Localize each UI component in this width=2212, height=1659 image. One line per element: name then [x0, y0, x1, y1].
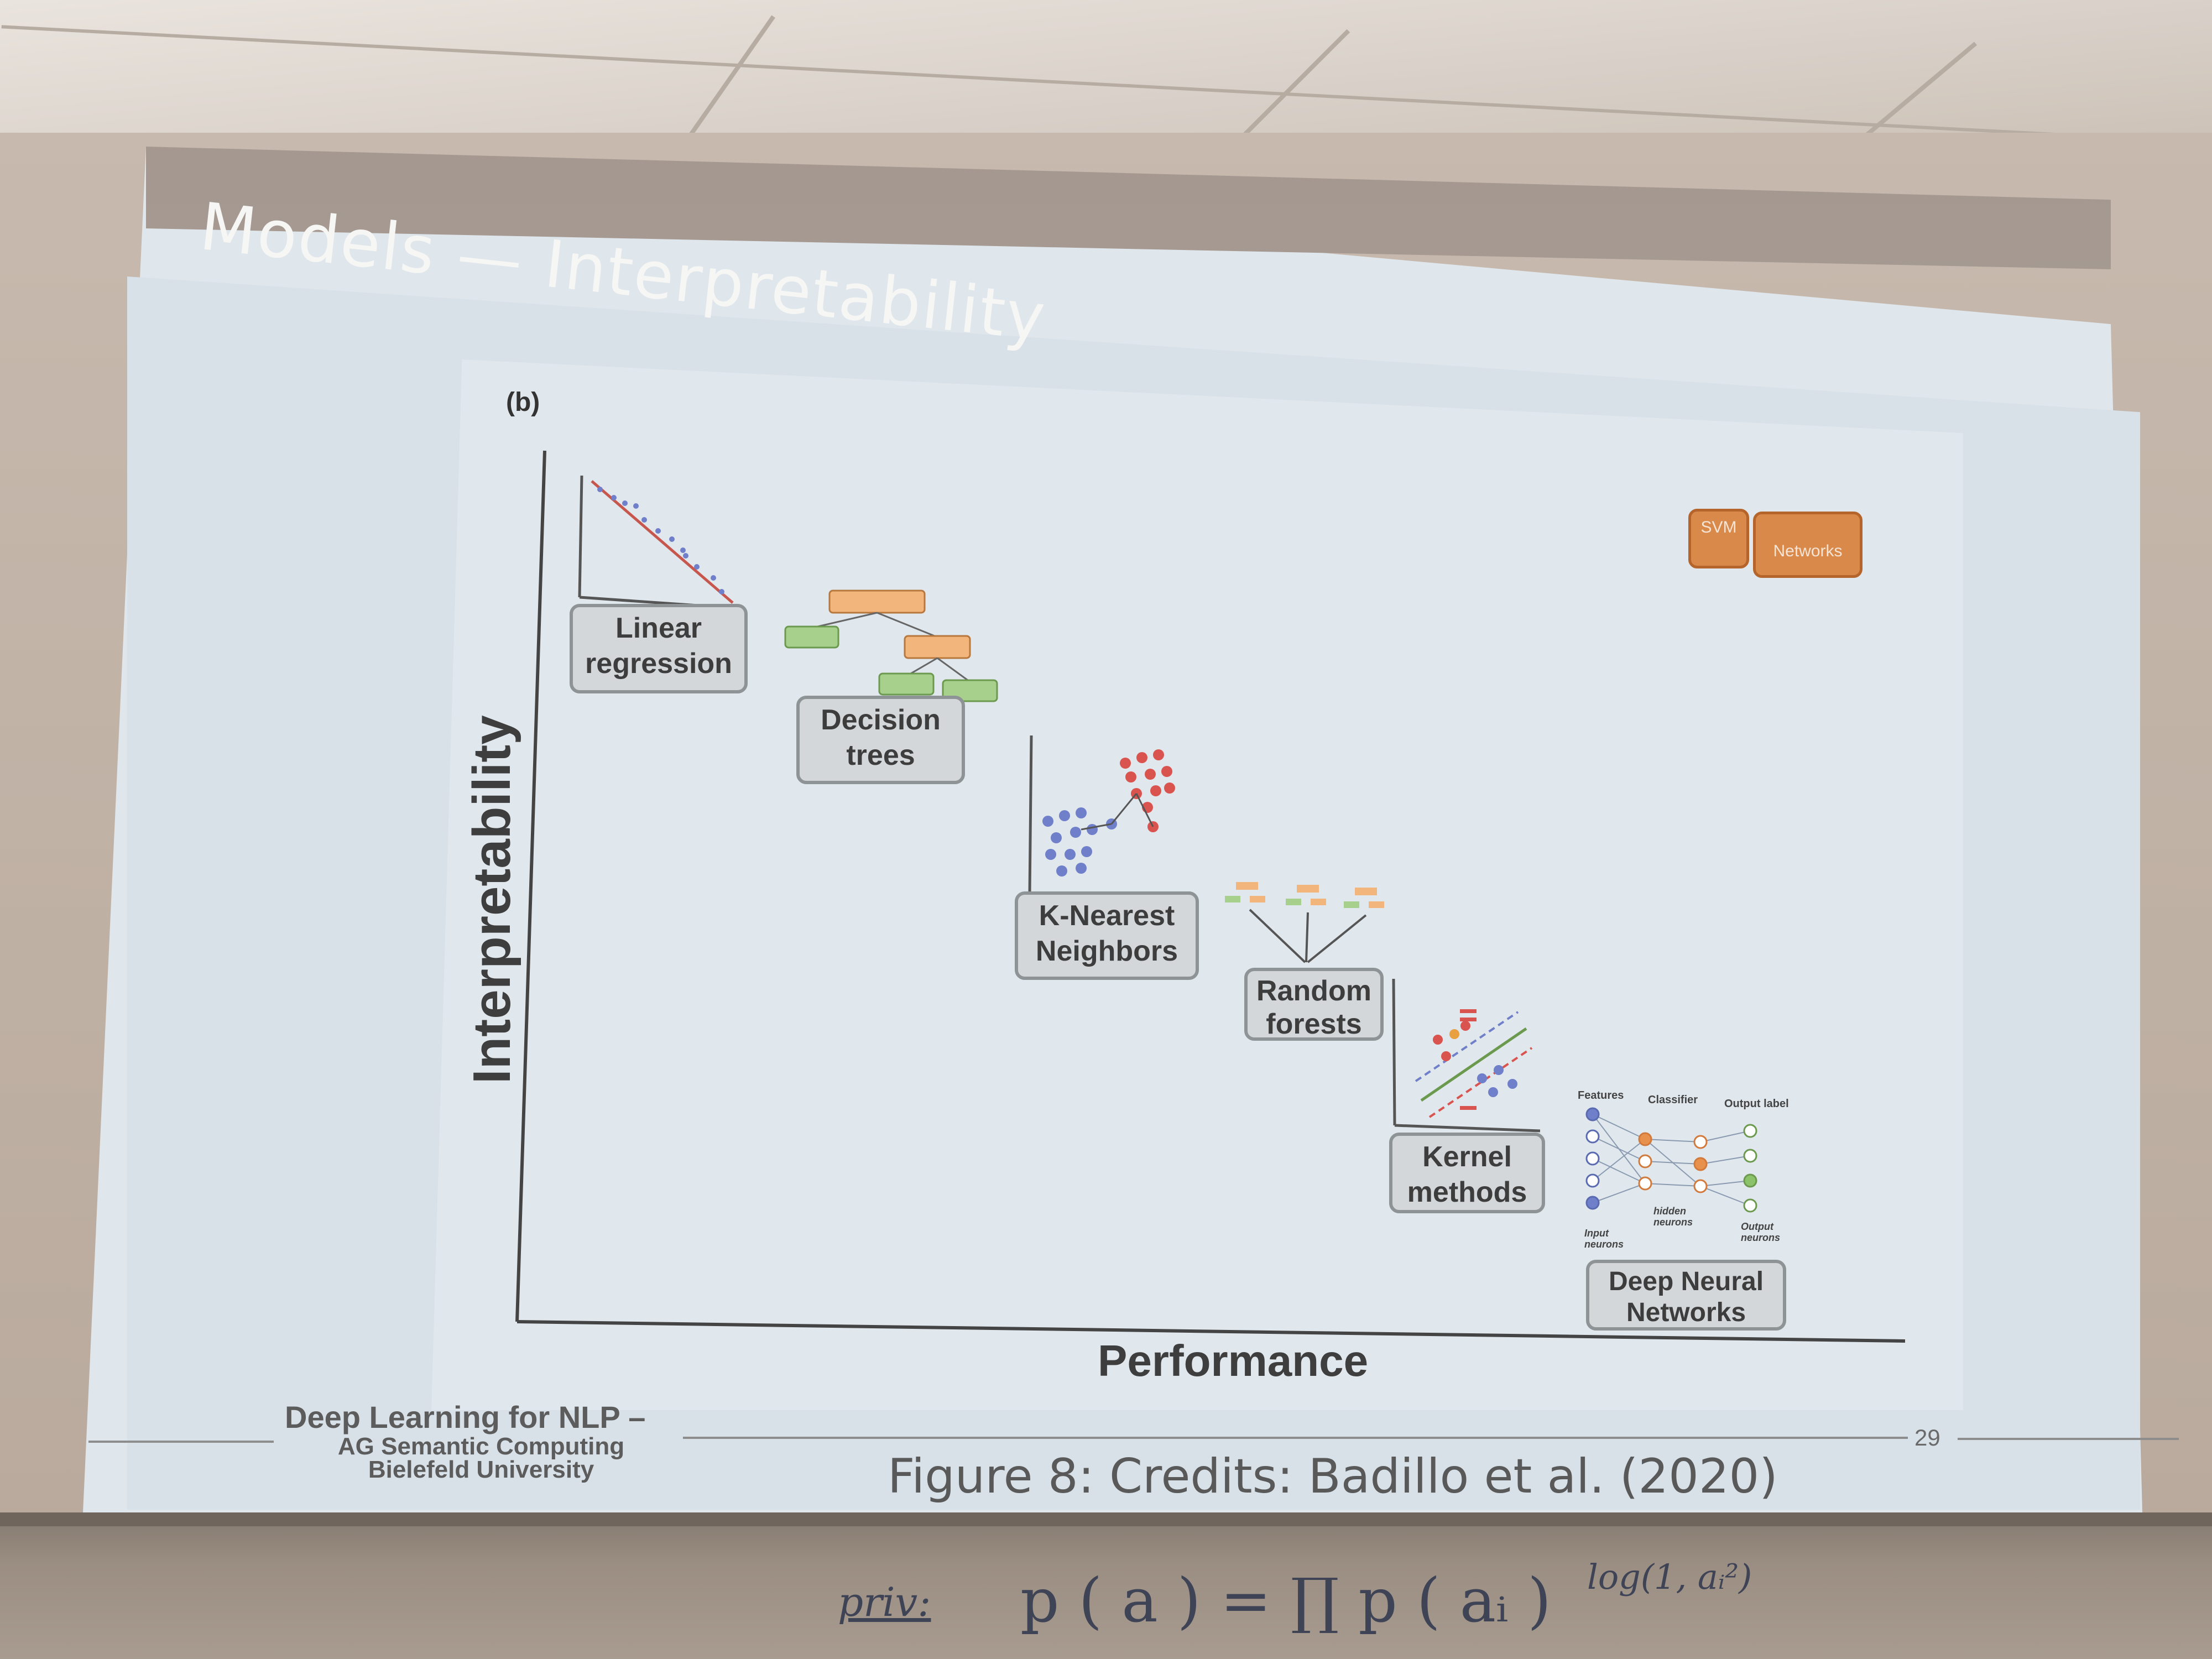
footer-rule-right	[1958, 1438, 2179, 1440]
knn-label: K-Nearest Neighbors	[1015, 891, 1199, 980]
dnn-features-label: Features	[1578, 1089, 1624, 1102]
random-forest-icon	[1225, 882, 1384, 963]
kernel-methods-line-2: methods	[1407, 1176, 1527, 1208]
dnn-line-1: Deep Neural	[1608, 1267, 1764, 1296]
course-group: AG Semantic Computing Bielefeld Universi…	[332, 1433, 630, 1483]
knn-cluster-icon	[1028, 735, 1190, 900]
decision-trees-line-2: trees	[846, 739, 915, 771]
linear-regression-line-2: regression	[585, 648, 732, 680]
dnn-output-neurons-label: Output neurons	[1741, 1221, 1781, 1243]
decision-tree-icon	[784, 589, 998, 702]
svm-box-label: SVM	[1700, 518, 1737, 536]
page-number: 29	[1914, 1425, 1940, 1451]
random-forests-line-2: forests	[1266, 1008, 1362, 1040]
random-forests-line-1: Random	[1256, 975, 1371, 1007]
svm-box-partial: SVM	[1688, 509, 1749, 568]
networks-box-label: Networks	[1773, 542, 1843, 560]
course-university: Bielefeld University	[368, 1456, 594, 1483]
whiteboard-side-note: log(1, aᵢ²)	[1587, 1557, 1752, 1597]
decision-trees-line-1: Decision	[821, 704, 941, 736]
decision-trees-label: Decision trees	[796, 696, 965, 784]
y-axis-title: Interpretability	[462, 715, 521, 1084]
kernel-methods-label: Kernel methods	[1389, 1133, 1545, 1213]
linear-regression-label: Linear regression	[570, 604, 748, 693]
neural-network-icon	[1585, 1107, 1757, 1213]
dnn-label: Deep Neural Networks	[1586, 1260, 1786, 1331]
dnn-classifier-label: Classifier	[1648, 1094, 1698, 1106]
svm-margin-icon	[1392, 978, 1541, 1133]
main-axes	[515, 450, 1906, 1343]
dnn-hidden-neurons-label: hidden neurons	[1653, 1206, 1693, 1228]
whiteboard-formula: p ( a ) = ∏ p ( aᵢ )	[1020, 1565, 1552, 1636]
course-title: Deep Learning for NLP –	[285, 1400, 646, 1434]
x-axis-title: Performance	[1098, 1336, 1369, 1385]
random-forests-label: Random forests	[1244, 968, 1384, 1041]
course-group-name: AG Semantic Computing	[337, 1433, 625, 1460]
footer-rule-middle	[683, 1437, 1908, 1439]
knn-line-1: K-Nearest	[1039, 900, 1175, 932]
dnn-output-label: Output label	[1724, 1098, 1789, 1110]
dnn-input-neurons-label: Input neurons	[1584, 1228, 1624, 1250]
knn-line-2: Neighbors	[1035, 935, 1178, 967]
figure-caption: Figure 8: Credits: Badillo et al. (2020)	[888, 1449, 1778, 1504]
whiteboard-word: priv:	[838, 1579, 931, 1625]
footer-rule-left	[88, 1441, 274, 1443]
scatter-plot-icon	[578, 475, 739, 610]
dnn-line-2: Networks	[1626, 1298, 1746, 1327]
linear-regression-line-1: Linear	[615, 612, 702, 644]
kernel-methods-line-1: Kernel	[1422, 1141, 1512, 1173]
networks-box-partial: Networks	[1753, 512, 1863, 578]
